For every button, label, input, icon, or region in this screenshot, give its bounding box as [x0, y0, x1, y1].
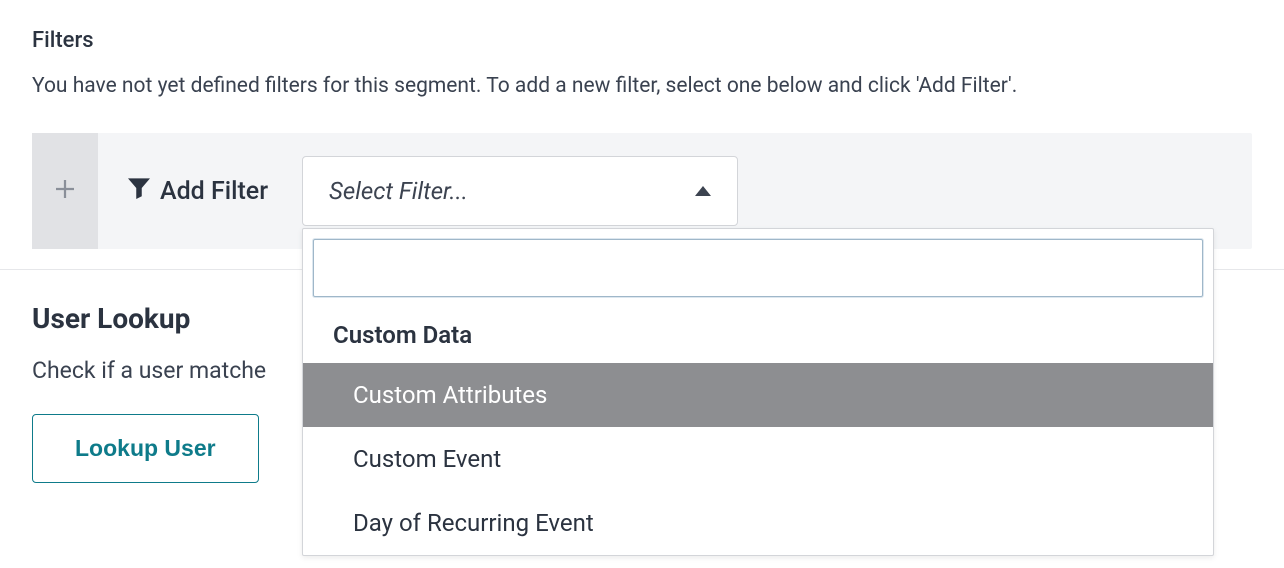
- dropdown-item[interactable]: Custom Event: [303, 427, 1213, 491]
- filter-bar: Add Filter Select Filter... Custom Data …: [32, 133, 1252, 249]
- filters-heading: Filters: [32, 28, 1252, 53]
- plus-icon: [56, 180, 74, 202]
- filter-select-placeholder: Select Filter...: [329, 177, 468, 205]
- add-filter-label-wrap: Add Filter: [98, 177, 298, 206]
- caret-up-icon: [695, 186, 711, 196]
- filter-dropdown: Custom Data Custom AttributesCustom Even…: [302, 228, 1214, 556]
- filters-description: You have not yet defined filters for thi…: [32, 71, 1252, 101]
- plus-icon-box: [32, 133, 98, 249]
- dropdown-group-label: Custom Data: [303, 307, 1213, 363]
- dropdown-item[interactable]: Custom Attributes: [303, 363, 1213, 427]
- lookup-user-button[interactable]: Lookup User: [32, 414, 259, 483]
- funnel-icon: [128, 177, 150, 206]
- filter-search-wrap: [313, 239, 1203, 297]
- filter-search-input[interactable]: [326, 240, 1190, 296]
- add-filter-label: Add Filter: [160, 177, 268, 206]
- dropdown-item[interactable]: Day of Recurring Event: [303, 491, 1213, 555]
- filter-select[interactable]: Select Filter...: [302, 156, 738, 226]
